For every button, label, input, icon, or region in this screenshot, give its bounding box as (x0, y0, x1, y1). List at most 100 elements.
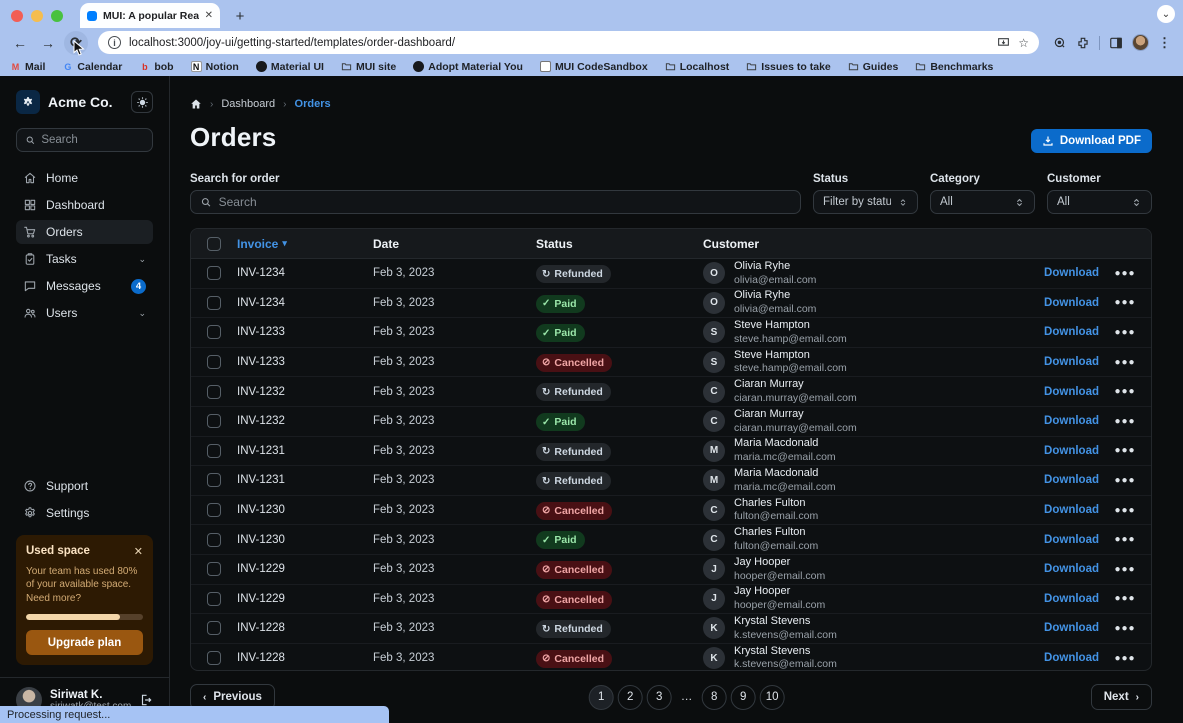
download-link[interactable]: Download (1003, 297, 1099, 309)
sidebar-item-messages[interactable]: Messages4 (16, 274, 153, 298)
order-search-input[interactable] (219, 195, 791, 209)
back-button[interactable]: ← (8, 31, 32, 55)
bookmark-item[interactable]: Material UI (256, 61, 324, 73)
bookmark-item[interactable]: MUI site (341, 61, 396, 73)
install-icon[interactable] (997, 36, 1010, 49)
page-button-3[interactable]: 3 (647, 685, 672, 710)
sidebar-item-home[interactable]: Home (16, 166, 153, 190)
select-all-checkbox[interactable] (207, 237, 221, 251)
row-menu-icon[interactable]: ●●● (1099, 445, 1151, 456)
bookmark-item[interactable]: MMail (10, 61, 45, 73)
bookmark-item[interactable]: Adopt Material You (413, 61, 523, 73)
row-menu-icon[interactable]: ●●● (1099, 475, 1151, 486)
row-checkbox[interactable] (207, 651, 221, 665)
sidebar-item-orders[interactable]: Orders (16, 220, 153, 244)
row-checkbox[interactable] (207, 473, 221, 487)
row-menu-icon[interactable]: ●●● (1099, 653, 1151, 664)
bookmark-star-icon[interactable]: ☆ (1018, 36, 1029, 50)
download-link[interactable]: Download (1003, 504, 1099, 516)
bookmark-item[interactable]: NNotion (191, 61, 239, 73)
bookmark-item[interactable]: MUI CodeSandbox (540, 61, 648, 73)
close-icon[interactable]: ✕ (134, 545, 143, 558)
new-tab-button[interactable]: + (228, 4, 252, 28)
zoom-window-button[interactable] (51, 10, 63, 22)
row-checkbox[interactable] (207, 296, 221, 310)
row-checkbox[interactable] (207, 444, 221, 458)
color-scheme-toggle[interactable] (131, 91, 153, 113)
company-logo-icon[interactable]: A (16, 90, 40, 114)
row-menu-icon[interactable]: ●●● (1099, 623, 1151, 634)
row-checkbox[interactable] (207, 503, 221, 517)
reload-button[interactable]: ⟳ (64, 31, 88, 55)
customer-select[interactable]: All (1047, 190, 1152, 214)
address-bar[interactable]: i localhost:3000/joy-ui/getting-started/… (98, 31, 1039, 54)
download-link[interactable]: Download (1003, 267, 1099, 279)
row-checkbox[interactable] (207, 592, 221, 606)
status-select[interactable]: Filter by status (813, 190, 918, 214)
tab-close-icon[interactable]: ✕ (205, 10, 213, 21)
page-button-10[interactable]: 10 (760, 685, 785, 710)
category-select[interactable]: All (930, 190, 1035, 214)
column-header-invoice[interactable]: Invoice ▾ (237, 237, 373, 251)
bookmark-item[interactable]: bbob (139, 61, 173, 73)
site-info-icon[interactable]: i (108, 36, 121, 49)
logout-icon[interactable] (139, 693, 153, 707)
bookmark-item[interactable]: Benchmarks (915, 61, 993, 73)
bookmark-item[interactable]: Issues to take (746, 61, 830, 73)
download-link[interactable]: Download (1003, 622, 1099, 634)
row-checkbox[interactable] (207, 414, 221, 428)
download-link[interactable]: Download (1003, 652, 1099, 664)
row-menu-icon[interactable]: ●●● (1099, 357, 1151, 368)
sidebar-item-tasks[interactable]: Tasks⌄ (16, 247, 153, 271)
close-window-button[interactable] (11, 10, 23, 22)
page-button-1[interactable]: 1 (589, 685, 614, 710)
privacy-icon[interactable] (1053, 36, 1067, 50)
download-link[interactable]: Download (1003, 474, 1099, 486)
row-menu-icon[interactable]: ●●● (1099, 593, 1151, 604)
download-link[interactable]: Download (1003, 563, 1099, 575)
sidebar-item-dashboard[interactable]: Dashboard (16, 193, 153, 217)
browser-profile-avatar[interactable] (1132, 34, 1149, 51)
row-checkbox[interactable] (207, 385, 221, 399)
home-icon[interactable] (190, 98, 202, 110)
download-link[interactable]: Download (1003, 445, 1099, 457)
side-panel-icon[interactable] (1109, 36, 1123, 50)
download-link[interactable]: Download (1003, 415, 1099, 427)
row-menu-icon[interactable]: ●●● (1099, 564, 1151, 575)
row-checkbox[interactable] (207, 621, 221, 635)
row-menu-icon[interactable]: ●●● (1099, 505, 1151, 516)
forward-button[interactable]: → (36, 31, 60, 55)
row-menu-icon[interactable]: ●●● (1099, 534, 1151, 545)
row-menu-icon[interactable]: ●●● (1099, 386, 1151, 397)
sidebar-search-input[interactable] (41, 134, 144, 146)
bookmark-item[interactable]: GCalendar (62, 61, 122, 73)
row-menu-icon[interactable]: ●●● (1099, 416, 1151, 427)
window-controls[interactable] (11, 10, 63, 22)
sidebar-search[interactable] (16, 128, 153, 152)
bookmark-item[interactable]: Localhost (665, 61, 730, 73)
row-checkbox[interactable] (207, 266, 221, 280)
sidebar-item-support[interactable]: Support (16, 474, 153, 498)
order-search-field[interactable] (190, 190, 801, 214)
row-menu-icon[interactable]: ●●● (1099, 268, 1151, 279)
row-menu-icon[interactable]: ●●● (1099, 327, 1151, 338)
row-menu-icon[interactable]: ●●● (1099, 297, 1151, 308)
row-checkbox[interactable] (207, 562, 221, 576)
browser-tab[interactable]: MUI: A popular React UI fram ✕ (80, 3, 220, 28)
minimize-window-button[interactable] (31, 10, 43, 22)
row-checkbox[interactable] (207, 355, 221, 369)
download-pdf-button[interactable]: Download PDF (1031, 129, 1152, 153)
row-checkbox[interactable] (207, 325, 221, 339)
page-button-9[interactable]: 9 (731, 685, 756, 710)
download-link[interactable]: Download (1003, 593, 1099, 605)
extensions-icon[interactable] (1076, 36, 1090, 50)
page-button-2[interactable]: 2 (618, 685, 643, 710)
download-link[interactable]: Download (1003, 356, 1099, 368)
bookmark-item[interactable]: Guides (848, 61, 899, 73)
sidebar-item-settings[interactable]: Settings (16, 501, 153, 525)
download-link[interactable]: Download (1003, 534, 1099, 546)
tab-search-chevron-icon[interactable]: ⌄ (1157, 5, 1175, 23)
breadcrumb-dashboard[interactable]: Dashboard (221, 98, 275, 110)
row-checkbox[interactable] (207, 533, 221, 547)
download-link[interactable]: Download (1003, 386, 1099, 398)
